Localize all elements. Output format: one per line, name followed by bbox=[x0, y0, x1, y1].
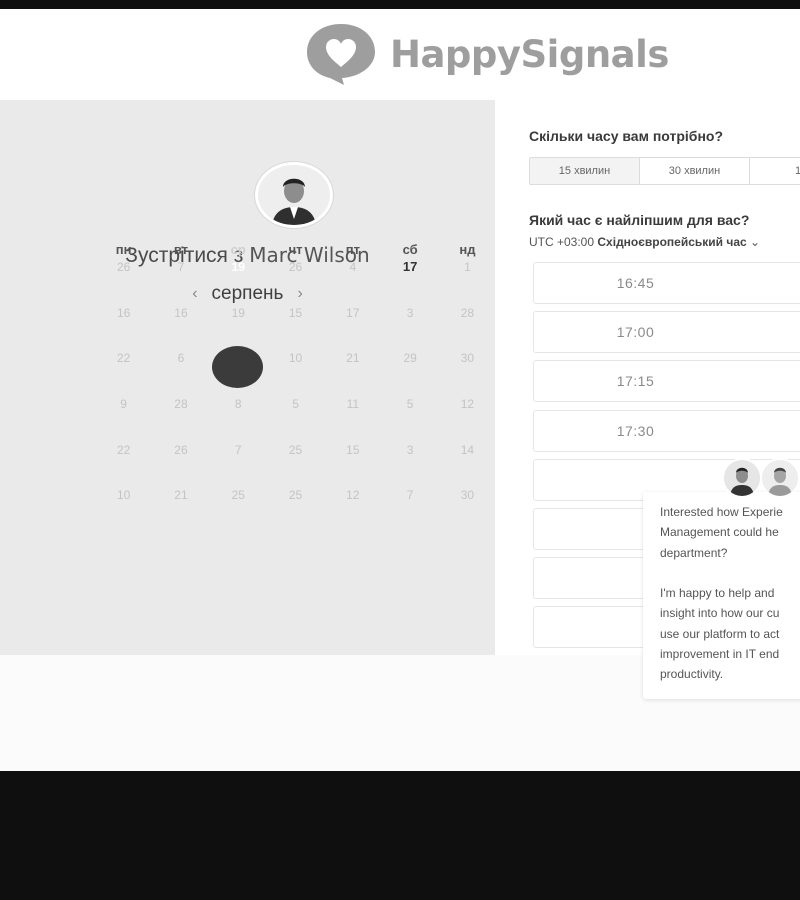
calendar-day: 16 bbox=[116, 305, 131, 320]
calendar-week: 22 26 7 25 15 3 14 bbox=[95, 442, 496, 488]
calendar-day: 28 bbox=[174, 397, 188, 412]
calendar-day: 15 bbox=[346, 442, 360, 457]
calendar-day: 16 bbox=[174, 305, 188, 320]
calendar-day: 12 bbox=[460, 397, 475, 412]
calendar-day: 28 bbox=[460, 305, 475, 320]
logo-text: HappySignals bbox=[390, 32, 669, 76]
chat-line: use our platform to act bbox=[660, 626, 780, 641]
time-slot[interactable]: 17:30 bbox=[533, 409, 800, 452]
chat-line: I'm happy to help and bbox=[660, 586, 775, 601]
timezone-offset: UTC +03:00 bbox=[529, 235, 595, 249]
happysignals-logo: HappySignals bbox=[304, 21, 669, 87]
host-avatar bbox=[255, 162, 333, 228]
time-slot[interactable]: 17:15 bbox=[533, 360, 800, 403]
calendar-day: 22 bbox=[116, 442, 131, 457]
calendar-week: 16 16 19 15 17 3 28 bbox=[95, 305, 496, 351]
calendar-day: 22 bbox=[116, 351, 131, 366]
weekday-sun: нд bbox=[459, 242, 476, 257]
calendar-day: 3 bbox=[406, 442, 414, 457]
duration-option-60[interactable]: 1 го bbox=[750, 158, 800, 184]
calendar-day: 6 bbox=[177, 351, 185, 366]
agent-avatar bbox=[760, 458, 800, 498]
chat-line: insight into how our cu bbox=[660, 606, 780, 621]
calendar-day: 29 bbox=[403, 351, 417, 366]
calendar-day: 21 bbox=[346, 351, 360, 366]
chat-line: improvement in IT end bbox=[660, 647, 780, 662]
calendar-day: 25 bbox=[288, 488, 303, 503]
header: HappySignals bbox=[0, 9, 800, 100]
chat-line: department? bbox=[660, 545, 728, 560]
duration-option-15[interactable]: 15 хвилин bbox=[530, 158, 640, 184]
duration-question: Скільки часу вам потрібно? bbox=[529, 128, 724, 144]
calendar-day: 11 bbox=[346, 397, 360, 412]
heart-speech-bubble-icon bbox=[307, 24, 375, 85]
duration-option-30[interactable]: 30 хвилин bbox=[640, 158, 750, 184]
calendar-day: 8 bbox=[234, 397, 242, 412]
calendar-day: 1 bbox=[464, 260, 471, 274]
calendar-day: 4 bbox=[349, 260, 357, 274]
calendar-day: 15 bbox=[288, 305, 303, 320]
calendar-day: 26 bbox=[116, 260, 131, 274]
weekday-mon: пн bbox=[115, 242, 132, 257]
calendar-day: 19 bbox=[231, 305, 245, 320]
agent-avatar bbox=[722, 458, 762, 498]
calendar-day: 9 bbox=[120, 397, 127, 412]
calendar-day: 17 bbox=[346, 305, 360, 320]
chat-line-spacer bbox=[660, 563, 800, 583]
calendar-day: 7 bbox=[177, 260, 185, 274]
calendar-day: 7 bbox=[234, 442, 242, 457]
calendar-week: 9 28 8 5 11 5 12 bbox=[95, 396, 496, 442]
duration-selector: 15 хвилин 30 хвилин 1 го bbox=[529, 157, 800, 185]
calendar-week: 26 7 19 26 4 17 1 bbox=[95, 259, 496, 305]
chat-line: productivity. bbox=[660, 667, 724, 682]
calendar-day: 30 bbox=[460, 351, 475, 366]
calendar-day: 25 bbox=[231, 488, 245, 503]
chat-line: Management could he bbox=[660, 525, 779, 540]
calendar-day: 14 bbox=[460, 442, 475, 457]
calendar-day: 21 bbox=[174, 488, 188, 503]
weekday-sat: сб bbox=[402, 242, 418, 257]
weekday-thu: чт bbox=[288, 242, 303, 257]
timezone-name: Східноєвропейський час bbox=[597, 235, 747, 249]
chat-agent-avatars[interactable] bbox=[722, 458, 800, 498]
calendar-week: 10 21 25 25 12 7 30 bbox=[95, 487, 496, 533]
calendar-day: 10 bbox=[288, 351, 303, 366]
calendar-day: 12 bbox=[346, 488, 360, 503]
calendar-day: 25 bbox=[288, 442, 303, 457]
weekday-wed: ср bbox=[230, 242, 246, 257]
chevron-down-icon: ⌄ bbox=[750, 235, 761, 249]
calendar-day: 5 bbox=[292, 397, 299, 412]
calendar-week: 22 6 28 10 21 29 30 bbox=[95, 350, 496, 396]
time-slot[interactable]: 16:45 bbox=[533, 262, 800, 304]
chat-line: Interested how Experie bbox=[660, 505, 783, 519]
calendar-day: 26 bbox=[174, 442, 188, 457]
time-slot[interactable]: 17:00 bbox=[533, 311, 800, 354]
timezone-selector[interactable]: UTC +03:00 Східноєвропейський час ⌄ bbox=[529, 235, 760, 249]
weekday-fri: пт bbox=[345, 242, 360, 257]
selected-day-highlight bbox=[212, 346, 263, 388]
calendar-day: 5 bbox=[406, 397, 414, 412]
calendar-day: 30 bbox=[460, 488, 475, 503]
scheduler-page: HappySignals Зустрітися з Marc Wilson ‹ … bbox=[0, 9, 800, 771]
calendar-day-available[interactable]: 17 bbox=[381, 259, 438, 305]
calendar-day: 7 bbox=[406, 488, 414, 503]
chat-message-popup[interactable]: Interested how Experie Management could … bbox=[643, 492, 800, 699]
weekday-header: пн вт ср чт пт сб нд bbox=[95, 242, 495, 257]
time-question: Який час є найліпшим для вас? bbox=[529, 212, 750, 228]
calendar-day: 10 bbox=[116, 488, 131, 503]
calendar-grid: пн вт ср чт пт сб нд 26 7 19 26 4 17 1 1… bbox=[95, 242, 495, 502]
calendar-day: 26 bbox=[288, 260, 303, 274]
weekday-tue: вт bbox=[173, 242, 189, 257]
calendar-day: 3 bbox=[406, 305, 414, 320]
calendar-day-selected[interactable]: 19 bbox=[210, 259, 267, 305]
calendar-weeks: 26 7 19 26 4 17 1 16 16 19 15 17 3 28 22… bbox=[95, 259, 496, 533]
